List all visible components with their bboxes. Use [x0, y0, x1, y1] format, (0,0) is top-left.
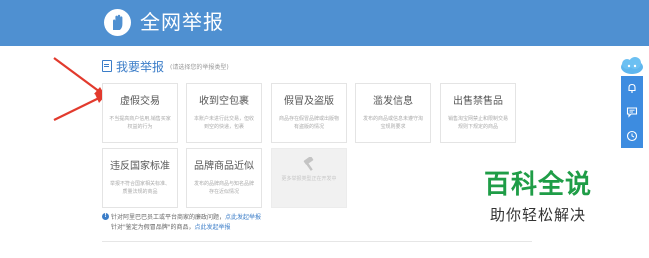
note-line: 针对"鉴定为假冒品牌"的商品，点此发起举报 — [111, 223, 261, 233]
card-title: 违反国家标准 — [110, 161, 170, 172]
card-description: 举报不符合国家相关标准、质量法规的商品 — [109, 181, 170, 195]
card-title: 虚假交易 — [120, 96, 160, 107]
section-hint: (请选择您的举报类型) — [170, 63, 229, 71]
note-line: 针对阿里巴巴员工或平台商家的廉政问题，点此发起举报 — [111, 213, 261, 223]
card-title: 出售禁售品 — [453, 96, 503, 107]
cloud-mascot-icon[interactable] — [619, 55, 645, 77]
clock-icon — [626, 130, 638, 142]
card-description: 商品存在假冒品牌或出版物有盗版的情况 — [278, 116, 339, 130]
report-type-card-similar-brand[interactable]: 品牌商品近似 发布的品牌商品与知名品牌存在近似情况 — [186, 148, 262, 208]
report-type-card-coming-soon: 更多举报类型正在开发中 — [271, 148, 347, 208]
watermark-logo: 百科全说 — [484, 170, 593, 200]
card-description: 销售淘宝网禁止和限制交易规则下规定的商品 — [447, 116, 508, 130]
report-notes: 针对阿里巴巴员工或平台商家的廉政问题，点此发起举报 针对"鉴定为假冒品牌"的商品… — [111, 213, 261, 233]
card-description: 本账户未进行此交易，但收到空的快递，包裹 — [193, 116, 254, 130]
note-text: 针对阿里巴巴员工或平台商家的廉政问题， — [111, 214, 226, 221]
chat-icon — [626, 107, 638, 118]
page-title: 全网举报 — [140, 10, 224, 34]
card-description: 不当提高商户信用,销售买家权益的行为 — [109, 116, 171, 130]
red-arrow-icon — [53, 94, 106, 121]
page-header: 全网举报 — [0, 0, 649, 46]
divider — [102, 241, 532, 242]
report-link[interactable]: 点此发起举报 — [195, 224, 231, 231]
report-section-title: 我要举报 (请选择您的举报类型) — [102, 58, 229, 74]
hand-icon — [104, 9, 131, 36]
info-icon: ! — [102, 213, 109, 220]
card-title: 收到空包裹 — [199, 96, 249, 107]
card-description: 发布的商品或信息未遵守淘宝规则要求 — [362, 116, 423, 130]
report-type-card-counterfeit[interactable]: 假冒及盗版 商品存在假冒品牌或出版物有盗版的情况 — [271, 83, 347, 143]
report-type-card-fake-transaction[interactable]: 虚假交易 不当提高商户信用,销售买家权益的行为 — [102, 83, 178, 143]
section-title-label: 我要举报 — [116, 59, 165, 74]
report-link[interactable]: 点此发起举报 — [225, 214, 261, 221]
report-type-card-empty-package[interactable]: 收到空包裹 本账户未进行此交易，但收到空的快递，包裹 — [186, 83, 262, 143]
bell-icon — [628, 83, 636, 93]
report-type-card-spam-info[interactable]: 滥发信息 发布的商品或信息未遵守淘宝规则要求 — [355, 83, 431, 143]
card-title: 品牌商品近似 — [194, 161, 254, 172]
card-title: 假冒及盗版 — [284, 96, 334, 107]
card-description: 发布的品牌商品与知名品牌存在近似情况 — [193, 181, 254, 195]
watermark-slogan: 助你轻松解决 — [490, 206, 587, 224]
history-button[interactable] — [621, 124, 643, 148]
notification-button[interactable] — [621, 76, 643, 100]
chat-button[interactable] — [621, 100, 643, 124]
report-type-card-prohibited-goods[interactable]: 出售禁售品 销售淘宝网禁止和限制交易规则下规定的商品 — [440, 83, 516, 143]
hammer-icon — [303, 157, 314, 171]
report-type-card-national-standard[interactable]: 违反国家标准 举报不符合国家相关标准、质量法规的商品 — [102, 148, 178, 208]
card-title: 滥发信息 — [373, 96, 413, 107]
card-description: 更多举报类型正在开发中 — [281, 176, 337, 182]
note-text: 针对"鉴定为假冒品牌"的商品， — [111, 224, 195, 231]
side-toolbar — [621, 76, 643, 148]
